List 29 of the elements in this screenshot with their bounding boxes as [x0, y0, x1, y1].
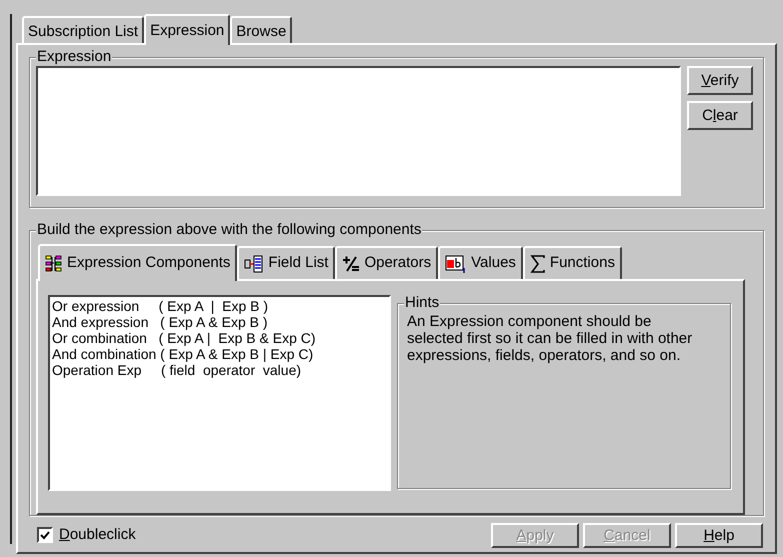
tab[interactable]: Field List — [237, 246, 336, 279]
values-icon — [445, 254, 468, 274]
checkbox[interactable] — [37, 527, 53, 543]
check-icon — [40, 530, 50, 540]
list-item[interactable]: Or combination ( Exp A | Exp B & Exp C) — [52, 330, 387, 346]
sigma-icon — [530, 254, 546, 272]
push-button[interactable]: Clear — [687, 101, 753, 130]
list-item[interactable]: And combination ( Exp A & Exp B | Exp C) — [52, 346, 387, 362]
list-item[interactable]: Or expression ( Exp A | Exp B ) — [52, 298, 387, 314]
tab[interactable]: Expression Components — [38, 244, 238, 281]
group-title: Build the expression above with the following components — [36, 221, 422, 239]
tab[interactable]: Functions — [522, 246, 622, 279]
tab[interactable]: Browse — [230, 16, 292, 43]
tab[interactable]: Values — [438, 246, 523, 279]
list-item[interactable]: Operation Exp ( field operator value) — [52, 362, 387, 378]
push-button[interactable]: Help — [675, 522, 763, 548]
tree-blocks-icon — [45, 254, 63, 272]
tab[interactable]: Operators — [335, 246, 438, 279]
checkbox-label: Doubleclick — [59, 524, 136, 545]
tab[interactable]: Subscription List — [22, 16, 144, 43]
group-title: Expression — [36, 48, 112, 66]
plus-minus-equals-icon — [342, 254, 360, 272]
hints-text: An Expression component should be selected first so it can be filled in with other expressions, fields, operators, and so on. — [407, 313, 694, 364]
field-list-icon — [244, 254, 264, 272]
list-item[interactable]: And expression ( Exp A & Exp B ) — [52, 314, 387, 330]
push-button[interactable]: Verify — [687, 66, 753, 95]
expression-field[interactable] — [36, 66, 681, 196]
tab[interactable]: Expression — [144, 14, 230, 45]
component-list[interactable]: Or expression ( Exp A | Exp B ) And expression ( Exp A & Exp B ) Or combination ( Exp A | Exp B & Exp C) And combination ( Exp A & Exp B | Exp C) Operation Exp ( field operator value) — [48, 295, 391, 491]
